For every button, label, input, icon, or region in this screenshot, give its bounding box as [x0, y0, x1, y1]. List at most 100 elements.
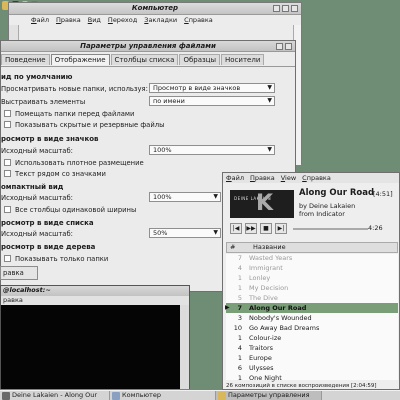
- file-manager-menubar: Файл Правка Вид Переход Закладки Справка: [9, 15, 301, 25]
- section-icon-view: росмотр в виде значков: [1, 135, 99, 143]
- icons-zoom-label: Исходный масштаб:: [1, 147, 73, 155]
- compact-zoom-combo[interactable]: 100% ▼: [149, 192, 221, 202]
- playlist-row[interactable]: 6 Ulysses: [226, 363, 398, 373]
- task-prefs[interactable]: Параметры управления: [216, 391, 322, 400]
- folders-first-checkbox[interactable]: [4, 110, 11, 117]
- tab-preview[interactable]: Образцы: [179, 54, 221, 65]
- music-player-window: Файл Правка View Справка DEINE LAKAIEN K…: [222, 172, 400, 390]
- task-label: Deine Lakaien - Along Our: [12, 391, 98, 399]
- track-number: 6: [237, 364, 242, 372]
- section-tree-view: росмотр в виде дерева: [1, 243, 96, 251]
- file-manager-titlebar[interactable]: Компьютер: [9, 3, 301, 15]
- menu-go[interactable]: Переход: [108, 15, 137, 25]
- close-icon[interactable]: [291, 5, 298, 12]
- task-label: Компьютер: [122, 391, 161, 399]
- terminal-scrollbar[interactable]: [180, 305, 189, 389]
- view-new-combo[interactable]: Просмотр в виде значков ▼: [149, 83, 275, 93]
- section-list-view: росмотр в виде списка: [1, 219, 94, 227]
- compact-layout-label: Использовать плотное размещение: [15, 159, 144, 167]
- tab-display[interactable]: Отображение: [50, 54, 110, 65]
- list-zoom-combo[interactable]: 50% ▼: [149, 228, 221, 238]
- tab-media[interactable]: Носители: [221, 54, 265, 65]
- prev-button[interactable]: |◀: [230, 223, 242, 234]
- stop-button[interactable]: ■: [260, 223, 272, 234]
- compact-layout-checkbox[interactable]: [4, 159, 11, 166]
- next-button[interactable]: ▶|: [275, 223, 287, 234]
- help-button[interactable]: равка: [0, 266, 38, 280]
- playlist-row[interactable]: 4 Traitors: [226, 343, 398, 353]
- track-title: Immigrant: [249, 264, 283, 272]
- track-title: Traitors: [249, 344, 274, 352]
- settings-icon: [218, 392, 226, 400]
- show-hidden-checkbox[interactable]: [4, 121, 11, 128]
- playlist-row[interactable]: 1 Colour-ize: [226, 333, 398, 343]
- track-title: Along Our Road: [249, 304, 307, 312]
- task-file-manager[interactable]: Компьютер: [110, 391, 216, 400]
- cover-letter: K: [256, 191, 274, 216]
- track-title: Nobody's Wounded: [249, 314, 312, 322]
- terminal-screen[interactable]: [1, 305, 181, 389]
- icons-zoom-combo[interactable]: 100% ▼: [149, 145, 275, 155]
- play-indicator-icon: ▶: [225, 304, 230, 311]
- text-beside-checkbox[interactable]: [4, 170, 11, 177]
- menu-view[interactable]: View: [281, 173, 296, 183]
- playlist-row[interactable]: 1 My Decision: [226, 283, 398, 293]
- arrange-combo[interactable]: по имени ▼: [149, 96, 275, 106]
- dialog-titlebar[interactable]: Параметры управления файлами: [1, 41, 295, 52]
- playlist-row-current[interactable]: ▶ 7 Along Our Road: [225, 303, 398, 313]
- track-number: 4: [237, 344, 242, 352]
- track-number: 4: [237, 264, 242, 272]
- menu-file[interactable]: Файл: [31, 15, 49, 25]
- minimize-icon[interactable]: [276, 43, 283, 50]
- player-menubar: Файл Правка View Справка: [223, 173, 399, 183]
- chevron-down-icon: ▼: [213, 229, 218, 236]
- menu-bookmarks[interactable]: Закладки: [144, 15, 177, 25]
- playlist-row[interactable]: 5 The Dive: [226, 293, 398, 303]
- track-number: 1: [237, 354, 242, 362]
- list-zoom-value: 50%: [153, 229, 168, 237]
- section-compact-view: омпактный вид: [1, 183, 64, 191]
- playlist-row[interactable]: 3 Nobody's Wounded: [226, 313, 398, 323]
- seek-bar[interactable]: [293, 228, 368, 230]
- menu-help[interactable]: Справка: [184, 15, 213, 25]
- terminal-titlebar[interactable]: @localhost:~: [1, 286, 189, 296]
- menu-help[interactable]: Справка: [302, 173, 331, 183]
- view-new-value: Просмотр в виде значков: [153, 84, 241, 92]
- track-title: Lonley: [249, 274, 271, 282]
- play-pause-button[interactable]: ▶▶: [245, 223, 257, 234]
- menu-edit[interactable]: Правка: [250, 173, 275, 183]
- column-number[interactable]: #: [230, 243, 235, 252]
- tab-behavior[interactable]: Поведение: [1, 54, 50, 65]
- arrange-value: по имени: [153, 97, 185, 105]
- tab-list-columns[interactable]: Столбцы списка: [110, 54, 179, 65]
- terminal-menubar[interactable]: равка: [1, 296, 189, 305]
- playlist-row[interactable]: 1 Lonley: [226, 273, 398, 283]
- playlist-status: 26 композиций в списке воспроизведения […: [226, 383, 377, 389]
- minimize-icon[interactable]: [273, 5, 280, 12]
- window-title: Компьютер: [131, 4, 179, 12]
- close-icon[interactable]: [285, 43, 292, 50]
- playlist-header: # Название: [226, 242, 398, 253]
- track-number: 1: [237, 274, 242, 282]
- taskbar: Deine Lakaien - Along Our Компьютер Пара…: [0, 390, 400, 400]
- track-title: My Decision: [249, 284, 289, 292]
- track-number: 7: [237, 304, 242, 312]
- playlist-row[interactable]: 10 Go Away Bad Dreams: [226, 323, 398, 333]
- list-zoom-label: Исходный масштаб:: [1, 230, 73, 238]
- chevron-down-icon: ▼: [267, 97, 272, 104]
- same-width-checkbox[interactable]: [4, 206, 11, 213]
- playlist-row[interactable]: 1 Europe: [226, 353, 398, 363]
- maximize-icon[interactable]: [282, 5, 289, 12]
- arrange-label: Выстраивать элементы: [1, 98, 86, 106]
- dialog-tabs: Поведение Отображение Столбцы списка Обр…: [1, 54, 295, 65]
- folders-only-checkbox[interactable]: [4, 255, 11, 262]
- menu-view[interactable]: Вид: [88, 15, 101, 25]
- playlist-row[interactable]: 7 Wasted Years: [226, 253, 398, 263]
- menu-edit[interactable]: Правка: [56, 15, 81, 25]
- column-title[interactable]: Название: [253, 243, 286, 252]
- task-player[interactable]: Deine Lakaien - Along Our: [0, 391, 110, 400]
- track-number: 1: [237, 334, 242, 342]
- chevron-down-icon: ▼: [213, 193, 218, 200]
- menu-file[interactable]: Файл: [226, 173, 244, 183]
- playlist-row[interactable]: 4 Immigrant: [226, 263, 398, 273]
